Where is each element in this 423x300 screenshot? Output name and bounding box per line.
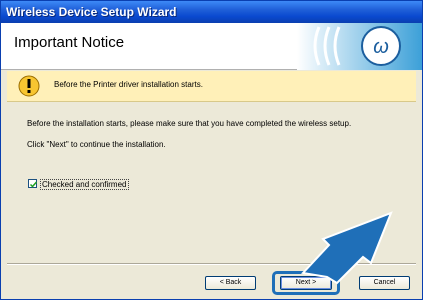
banner-text: Before the Printer driver installation s… [54,80,203,89]
next-hint-text: Click "Next" to continue the installatio… [27,140,166,149]
checkmark-icon [29,181,38,188]
svg-text:ω: ω [373,36,389,58]
back-button[interactable]: < Back [205,276,256,290]
window-title: Wireless Device Setup Wizard [1,1,422,23]
notice-banner: Before the Printer driver installation s… [7,71,416,102]
warning-icon [18,75,40,97]
pointer-arrow-icon [301,211,393,285]
instruction-text: Before the installation starts, please m… [27,119,352,128]
confirm-checkbox-label[interactable]: Checked and confirmed [40,179,129,190]
wizard-header: Important Notice ω [1,23,422,70]
page-title: Important Notice [14,34,125,51]
confirm-checkbox[interactable] [28,179,38,188]
wireless-signal-icon: ω [297,23,422,70]
wizard-window: Wireless Device Setup Wizard Important N… [0,0,423,300]
